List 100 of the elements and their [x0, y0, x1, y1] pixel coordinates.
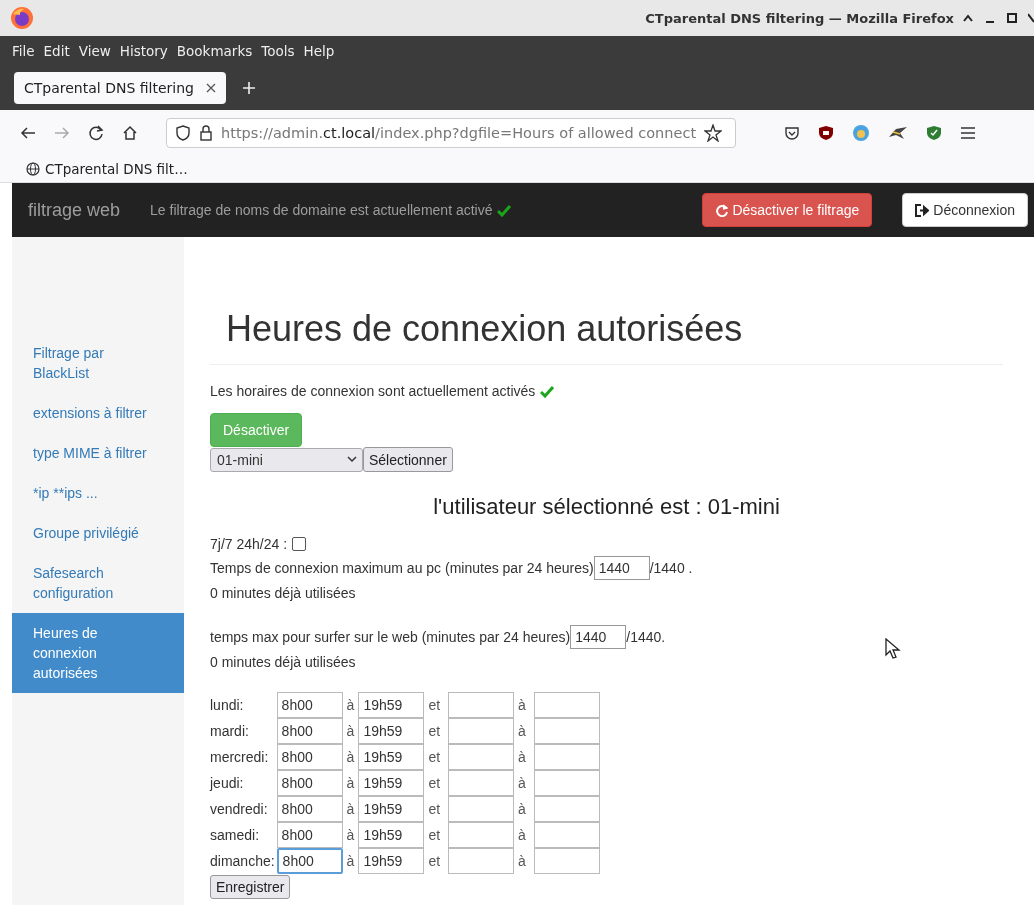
firefox-logo-icon	[10, 6, 34, 30]
minutes-field[interactable]: 1440	[593, 556, 650, 580]
start-time-field[interactable]	[448, 770, 515, 796]
bookmark-item[interactable]: CTparental DNS filt…	[26, 160, 188, 177]
schedule-status-text: Les horaires de connexion sont actuellement activés	[210, 382, 536, 401]
sidebar-item[interactable]: type MIME à filtrer	[12, 433, 184, 473]
end-time-field[interactable]: 19h59	[358, 848, 425, 874]
start-time-field[interactable]	[448, 718, 515, 744]
end-time-field[interactable]	[533, 744, 600, 770]
minutes-used-text: 0 minutes déjà utilisées	[210, 653, 357, 672]
to-word: à	[342, 744, 359, 770]
day-label: lundi:	[210, 692, 277, 718]
menu-item[interactable]: Tools	[261, 43, 295, 59]
always-allowed-checkbox[interactable]	[292, 537, 307, 551]
maximize-icon[interactable]	[1006, 12, 1018, 24]
end-time-field[interactable]	[533, 822, 600, 848]
to-word: à	[342, 692, 359, 718]
sidebar-item[interactable]: Safesearch configuration	[12, 553, 184, 613]
to-word: à	[342, 770, 359, 796]
day-label: mercredi:	[210, 744, 277, 770]
close-icon[interactable]	[1028, 12, 1034, 24]
sidebar-item[interactable]: Filtrage par BlackList	[12, 333, 184, 393]
menu-item[interactable]: File	[12, 43, 35, 59]
menu-item[interactable]: Help	[303, 43, 335, 59]
pocket-icon[interactable]	[784, 124, 800, 141]
maximize-up-icon[interactable]	[962, 12, 974, 24]
and-word: et	[424, 848, 449, 874]
menu-icon[interactable]	[960, 125, 976, 140]
menu-item[interactable]: Edit	[43, 43, 70, 59]
end-time-field[interactable]: 19h59	[358, 692, 425, 718]
end-time-field[interactable]: 19h59	[358, 718, 425, 744]
bird-extension-icon[interactable]	[888, 124, 908, 141]
end-time-field[interactable]	[533, 692, 600, 718]
brand-title[interactable]: filtrage web	[28, 199, 121, 221]
end-time-field[interactable]	[533, 718, 600, 744]
home-icon[interactable]	[122, 124, 138, 141]
start-time-field[interactable]: 8h00	[276, 744, 343, 770]
lock-icon[interactable]	[199, 124, 213, 141]
logout-button[interactable]: Déconnexion	[902, 193, 1028, 227]
day-label: dimanche:	[210, 848, 277, 874]
globe-extension-icon[interactable]	[852, 123, 870, 142]
menu-item[interactable]: History	[119, 43, 168, 59]
chevron-down-icon	[347, 456, 357, 463]
minutes-field[interactable]: 1440	[570, 625, 627, 649]
end-time-field[interactable]: 19h59	[358, 744, 425, 770]
shield-extension-icon[interactable]	[818, 124, 834, 141]
user-dropdown[interactable]: 01-mini	[210, 447, 363, 472]
start-time-field[interactable]	[448, 796, 515, 822]
to-word: à	[514, 770, 534, 796]
close-icon[interactable]	[206, 83, 216, 93]
back-icon[interactable]	[20, 124, 36, 141]
and-word: et	[424, 744, 449, 770]
window-title: CTparental DNS filtering — Mozilla Firefox	[645, 10, 954, 26]
and-word: et	[424, 692, 449, 718]
start-time-field[interactable]: 8h00	[276, 848, 343, 874]
menu-item[interactable]: View	[78, 43, 111, 59]
end-time-field[interactable]: 19h59	[358, 796, 425, 822]
shield-check-icon[interactable]	[926, 124, 942, 141]
limit-total-text: /1440.	[626, 628, 666, 647]
filter-status-text: Le filtrage de noms de domaine est actuellement activé	[150, 202, 493, 218]
refresh-icon	[715, 203, 729, 217]
to-word: à	[342, 822, 359, 848]
sidebar-item[interactable]: *ip **ips ...	[12, 473, 184, 513]
address-bar[interactable]: https://admin.ct.local/index.php?dgfile=Hours of allowed connect	[166, 117, 736, 148]
and-word: et	[424, 770, 449, 796]
end-time-field[interactable]: 19h59	[358, 822, 425, 848]
start-time-field[interactable]: 8h00	[276, 692, 343, 718]
start-time-field[interactable]: 8h00	[276, 770, 343, 796]
and-word: et	[424, 822, 449, 848]
save-button[interactable]: Enregistrer	[210, 875, 291, 899]
start-time-field[interactable]: 8h00	[276, 822, 343, 848]
end-time-field[interactable]	[533, 796, 600, 822]
end-time-field[interactable]	[533, 848, 600, 874]
page-title: Heures de connexion autorisées	[226, 307, 744, 351]
start-time-field[interactable]	[448, 744, 515, 770]
start-time-field[interactable]: 8h00	[276, 718, 343, 744]
select-button[interactable]: Sélectionner	[363, 447, 453, 472]
disable-filter-button[interactable]: Désactiver le filtrage	[702, 193, 873, 227]
sidebar-item[interactable]: Heures de connexion autorisées	[12, 613, 184, 693]
reload-icon[interactable]	[88, 124, 104, 141]
start-time-field[interactable]	[448, 848, 515, 874]
logout-icon	[915, 203, 930, 217]
end-time-field[interactable]	[533, 770, 600, 796]
to-word: à	[514, 692, 534, 718]
sidebar-item[interactable]: extensions à filtrer	[12, 393, 184, 433]
selected-user-heading: l'utilisateur sélectionné est : 01-mini	[432, 494, 781, 520]
globe-icon	[26, 161, 40, 176]
to-word: à	[514, 744, 534, 770]
new-tab-icon[interactable]	[242, 81, 256, 95]
end-time-field[interactable]: 19h59	[358, 770, 425, 796]
star-icon[interactable]	[704, 123, 723, 142]
shield-icon[interactable]	[175, 124, 191, 141]
sidebar-item[interactable]: Groupe privilégié	[12, 513, 184, 553]
start-time-field[interactable]	[448, 822, 515, 848]
start-time-field[interactable]: 8h00	[276, 796, 343, 822]
browser-tab[interactable]: CTparental DNS filtering	[14, 72, 226, 104]
limit-total-text: /1440 .	[649, 559, 693, 578]
start-time-field[interactable]	[448, 692, 515, 718]
menu-item[interactable]: Bookmarks	[176, 43, 253, 59]
to-word: à	[514, 848, 534, 874]
